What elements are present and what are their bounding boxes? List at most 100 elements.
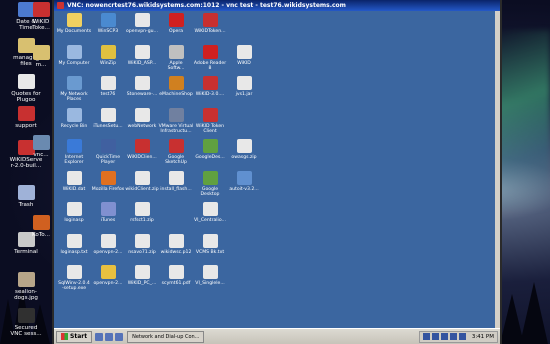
desktop-icon[interactable]: vnc... xyxy=(28,135,54,158)
desktop-icon[interactable]: Apple Softw... xyxy=(158,44,194,71)
desktop-icon-label: vnc... xyxy=(33,152,49,158)
desktop-icon[interactable]: VI_Singlele... xyxy=(192,265,228,286)
file-icon xyxy=(134,139,150,153)
desktop-icon[interactable]: VMware Virtual Infrastructu... xyxy=(158,107,194,134)
desktop-icon-label: m... xyxy=(35,62,47,68)
vnc-window[interactable]: VNC: nowencrtest76.wikidsystems.com:1012… xyxy=(52,0,502,344)
desktop-icon[interactable]: KoTo... xyxy=(28,215,54,238)
desktop-icon[interactable]: loginasp xyxy=(56,202,92,223)
desktop-icon-label: Apple Softw... xyxy=(167,60,185,71)
file-icon xyxy=(32,2,50,17)
desktop-icon-label: Google SketchUp xyxy=(165,155,187,165)
desktop-icon[interactable]: Opera xyxy=(158,13,194,34)
desktop-icon[interactable]: iTunes xyxy=(90,202,126,223)
desktop-icon[interactable]: GoogleDes... xyxy=(192,139,228,160)
desktop-icon[interactable]: SqlWinv-2.0.4 -setup.exe xyxy=(56,265,92,291)
desktop-icon[interactable]: Recycle Bin xyxy=(56,107,92,129)
desktop-icon[interactable]: openvpn-gu... xyxy=(124,13,160,34)
start-button[interactable]: Start xyxy=(56,330,93,343)
desktop-icon[interactable]: Google SketchUp xyxy=(158,139,194,165)
desktop-icon-label: WinZip xyxy=(100,60,116,66)
start-label: Start xyxy=(70,333,88,340)
desktop-icon[interactable]: My Computer xyxy=(56,44,92,66)
desktop-icon[interactable]: My Documents xyxy=(56,13,92,34)
file-icon xyxy=(134,44,150,59)
desktop-icon[interactable]: WiKID Token Client xyxy=(192,107,228,134)
desktop-icon[interactable]: iTunesSetu... xyxy=(90,107,126,129)
desktop-icon[interactable]: Stoneware-... xyxy=(124,76,160,97)
desktop-icon[interactable]: WiKID Toke... xyxy=(28,2,54,31)
desktop-icon[interactable]: wikidClient.zip xyxy=(124,170,160,192)
desktop-icon-label: support xyxy=(15,123,37,129)
file-icon xyxy=(100,13,116,27)
file-icon xyxy=(66,265,82,279)
desktop-icon[interactable]: wikidwsc.p12 xyxy=(158,233,194,255)
vnc-titlebar[interactable]: VNC: nowencrtest76.wikidsystems.com:1012… xyxy=(54,0,500,11)
file-icon xyxy=(100,44,116,59)
desktop-icon[interactable]: WiKID.dat xyxy=(56,170,92,192)
desktop-icon[interactable]: loginasp.txt xyxy=(56,233,92,255)
desktop-icon[interactable]: Secured VNC sess... xyxy=(0,308,52,337)
desktop-icon[interactable]: rsfsct1.zip xyxy=(124,202,160,223)
file-icon xyxy=(100,107,116,122)
tray-icon[interactable] xyxy=(422,333,430,340)
desktop-icon[interactable]: scymt61.pdf xyxy=(158,265,194,286)
file-icon xyxy=(134,76,150,90)
desktop-icon[interactable]: VI_Centralio... xyxy=(192,202,228,223)
desktop-icon[interactable]: WiKID xyxy=(226,44,262,66)
file-icon xyxy=(100,76,116,90)
desktop-icon-label: wikidClient.zip xyxy=(125,186,159,192)
desktop-icon[interactable]: WiKID-3.0.... xyxy=(192,76,228,97)
desktop-icon[interactable]: WiKID_ASP... xyxy=(124,44,160,66)
tray-icon[interactable] xyxy=(431,333,439,340)
desktop-icon[interactable]: My Network Places xyxy=(56,76,92,102)
desktop-icon[interactable]: Trash xyxy=(0,185,52,208)
desktop-icon[interactable]: test76 xyxy=(90,76,126,97)
desktop-icon[interactable]: support xyxy=(0,106,52,129)
desktop-icon[interactable]: QuickTime Player xyxy=(90,139,126,165)
desktop-icon[interactable]: openvpn-2... xyxy=(90,233,126,255)
desktop-icon[interactable]: WinZip xyxy=(90,44,126,66)
tray-icon[interactable] xyxy=(440,333,448,340)
desktop-icon[interactable]: Quotes for Plugoo xyxy=(0,74,52,103)
desktop-icon[interactable]: webNetwork xyxy=(124,107,160,129)
vnc-scrollbar[interactable] xyxy=(495,11,500,328)
desktop-icon[interactable]: WiKIDToken... xyxy=(192,13,228,34)
quick-launch-icon[interactable] xyxy=(105,332,114,341)
desktop-icon[interactable]: Mozilla Firefox xyxy=(90,170,126,192)
file-icon xyxy=(134,233,150,248)
desktop-icon-label: SqlWinv-2.0.4 -setup.exe xyxy=(58,281,90,291)
desktop-icon[interactable]: nsavo71.zip xyxy=(124,233,160,255)
tray-icon[interactable] xyxy=(458,333,466,340)
desktop-icon-label: WiKID_ASP... xyxy=(127,60,157,66)
desktop-icon[interactable]: Adobe Reader 8 xyxy=(192,44,228,71)
desktop-icon[interactable]: VCMS Bk.txt xyxy=(192,233,228,255)
desktop-icon[interactable]: WinSCP3 xyxy=(90,13,126,34)
file-icon xyxy=(202,44,218,59)
desktop-icon[interactable]: m... xyxy=(28,45,54,68)
tray-icon[interactable] xyxy=(449,333,457,340)
desktop-icon[interactable]: WiKIDClien... xyxy=(124,139,160,160)
file-icon xyxy=(32,215,50,230)
desktop-icon[interactable]: install_flash... xyxy=(158,170,194,192)
desktop-icon[interactable]: jvs1.jar xyxy=(226,76,262,97)
file-icon xyxy=(32,135,50,150)
quick-launch-icon[interactable] xyxy=(95,332,104,341)
file-icon xyxy=(17,74,35,89)
desktop-icon[interactable]: sealion- dogs.jpg xyxy=(0,272,52,301)
taskbar-task-network[interactable]: Network and Dial-up Con... xyxy=(127,330,205,343)
desktop-icon[interactable]: WiKID_PC_... xyxy=(124,265,160,286)
file-icon xyxy=(66,76,82,90)
desktop-icon-label: Adobe Reader 8 xyxy=(193,60,227,71)
desktop-icon[interactable]: openvpn-2... xyxy=(90,265,126,286)
desktop-icon-label: WiKIDClien... xyxy=(127,155,157,160)
file-icon xyxy=(100,170,116,185)
desktop-icon-label: iTunesSetu... xyxy=(93,123,123,129)
desktop-icon[interactable]: Google Desktop xyxy=(192,170,228,197)
desktop-icon[interactable]: eMachineShop xyxy=(158,76,194,97)
file-icon xyxy=(202,13,218,27)
quick-launch-icon[interactable] xyxy=(115,332,124,341)
desktop-icon[interactable]: Internet Explorer xyxy=(56,139,92,165)
desktop-icon[interactable]: owasgs.zip xyxy=(226,139,262,160)
desktop-icon[interactable]: autoit-v3.2... xyxy=(226,170,262,192)
